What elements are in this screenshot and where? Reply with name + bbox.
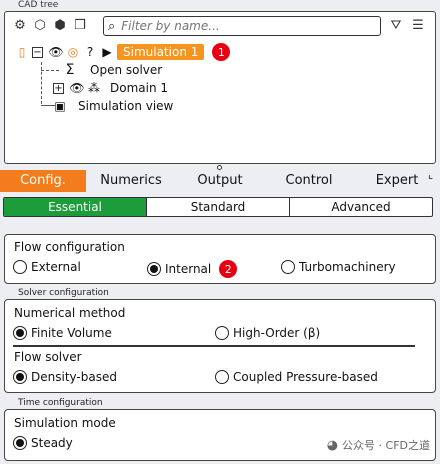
cube-icon[interactable]: ❒ — [71, 16, 89, 34]
expand-toggle-icon[interactable]: + — [53, 82, 64, 94]
filter-icon[interactable]: ⛛ — [387, 16, 405, 34]
radio-dot[interactable] — [13, 260, 27, 274]
radio-label: Coupled Pressure-based — [233, 370, 378, 384]
time-configuration-label: Time configuration — [18, 398, 103, 408]
main-tabs: Config. Numerics Output Control Expert — [0, 170, 440, 192]
tree-item-label: Simulation view — [78, 99, 174, 113]
visibility-eye-icon[interactable]: 👁 — [69, 81, 84, 95]
divider — [13, 345, 415, 347]
tree-row-open-solver[interactable]: Σ Open solver — [63, 61, 163, 79]
wireframe-icon[interactable]: ⬡ — [31, 16, 49, 34]
tree-connector — [41, 62, 42, 104]
cad-tree-panel: ⚙ ⬡ ⬢ ❒ ⌕ ⛛ ☰ ▯ − 👁 ◎ ? ▶ Simulation 1 1… — [4, 11, 436, 164]
book-icon: ▯ — [18, 45, 26, 59]
radio-high-order[interactable]: High-Order (β) — [215, 326, 320, 340]
filter-search-box[interactable]: ⌕ — [103, 16, 381, 36]
simulation-name[interactable]: Simulation 1 — [117, 44, 205, 60]
radio-steady[interactable]: Steady — [13, 436, 73, 450]
search-icon: ⌕ — [108, 18, 116, 34]
filter-input[interactable] — [119, 18, 370, 34]
tree-connector — [41, 70, 59, 71]
radio-turbomachinery[interactable]: Turbomachinery — [281, 260, 396, 274]
cad-tree-label: CAD tree — [18, 0, 59, 10]
flow-solver-title: Flow solver — [14, 350, 82, 364]
callout-marker-2: 2 — [219, 260, 238, 278]
tab-standard[interactable]: Standard — [146, 198, 289, 216]
time-configuration-group: Simulation mode Steady — [4, 409, 436, 461]
radio-density-based[interactable]: Density-based — [13, 370, 117, 384]
collapse-toggle-icon[interactable]: − — [32, 46, 43, 58]
domain-icon: ⁂ — [88, 81, 100, 95]
list-options-icon[interactable]: ☰ — [409, 16, 427, 34]
radio-coupled-pressure-based[interactable]: Coupled Pressure-based — [215, 370, 378, 384]
solver-configuration-group: Numerical method Finite Volume High-Orde… — [4, 299, 436, 393]
tree-row-simulation[interactable]: ▯ − 👁 ◎ ? ▶ Simulation 1 1 — [15, 43, 231, 61]
tree-item-label: Open solver — [90, 63, 163, 77]
image-icon: ▣ — [54, 99, 66, 113]
watermark-text: 公众号 · CFD之道 — [342, 439, 430, 452]
radio-label: High-Order (β) — [233, 326, 321, 340]
run-play-icon[interactable]: ▶ — [100, 45, 114, 59]
tab-control[interactable]: Control — [264, 170, 354, 192]
radio-dot[interactable] — [147, 262, 161, 276]
radio-dot[interactable] — [215, 326, 229, 340]
visibility-eye-icon[interactable]: 👁 — [48, 45, 63, 59]
tree-row-domain[interactable]: + 👁 ⁂ Domain 1 — [53, 79, 168, 97]
help-icon[interactable]: ? — [83, 45, 97, 59]
radio-label: Steady — [31, 436, 73, 450]
sigma-icon: Σ — [65, 62, 75, 78]
radio-dot[interactable] — [13, 326, 27, 340]
radio-label: Finite Volume — [31, 326, 112, 340]
tree-item-label: Domain 1 — [110, 81, 169, 95]
tab-numerics[interactable]: Numerics — [86, 170, 176, 192]
tab-config[interactable]: Config. — [0, 170, 86, 192]
settings-gear-icon[interactable]: ◎ — [66, 45, 80, 59]
radio-external[interactable]: External — [13, 260, 81, 274]
callout-marker-1: 1 — [212, 43, 231, 61]
solid-icon[interactable]: ⬢ — [51, 16, 69, 34]
radio-label: Internal — [165, 262, 212, 276]
radio-dot[interactable] — [13, 370, 27, 384]
radio-label: External — [31, 260, 81, 274]
tab-output[interactable]: Output — [176, 170, 264, 192]
radio-dot[interactable] — [13, 436, 27, 450]
radio-dot[interactable] — [281, 260, 295, 274]
radio-finite-volume[interactable]: Finite Volume — [13, 326, 112, 340]
solver-configuration-label: Solver configuration — [18, 288, 109, 298]
radio-label: Turbomachinery — [299, 260, 396, 274]
tab-essential[interactable]: Essential — [4, 198, 146, 216]
cad-toolbar: ⚙ ⬡ ⬢ ❒ — [11, 16, 89, 34]
tab-advanced[interactable]: Advanced — [289, 198, 432, 216]
tab-expert[interactable]: Expert — [354, 170, 440, 192]
radio-label: Density-based — [31, 370, 117, 384]
numerical-method-title: Numerical method — [14, 306, 126, 320]
wechat-icon: ◕ — [326, 437, 339, 453]
simulation-mode-title: Simulation mode — [14, 416, 116, 430]
flow-configuration-title: Flow configuration — [14, 240, 125, 254]
watermark: ◕ 公众号 · CFD之道 — [327, 437, 430, 453]
select-all-icon[interactable]: ⚙ — [11, 16, 29, 34]
tree-row-simulation-view[interactable]: ▣ Simulation view — [53, 97, 173, 115]
radio-dot[interactable] — [215, 370, 229, 384]
radio-internal[interactable]: Internal 2 — [147, 260, 238, 278]
flow-configuration-group: Flow configuration External Internal 2 T… — [4, 234, 436, 284]
level-tabs: Essential Standard Advanced — [3, 197, 433, 217]
